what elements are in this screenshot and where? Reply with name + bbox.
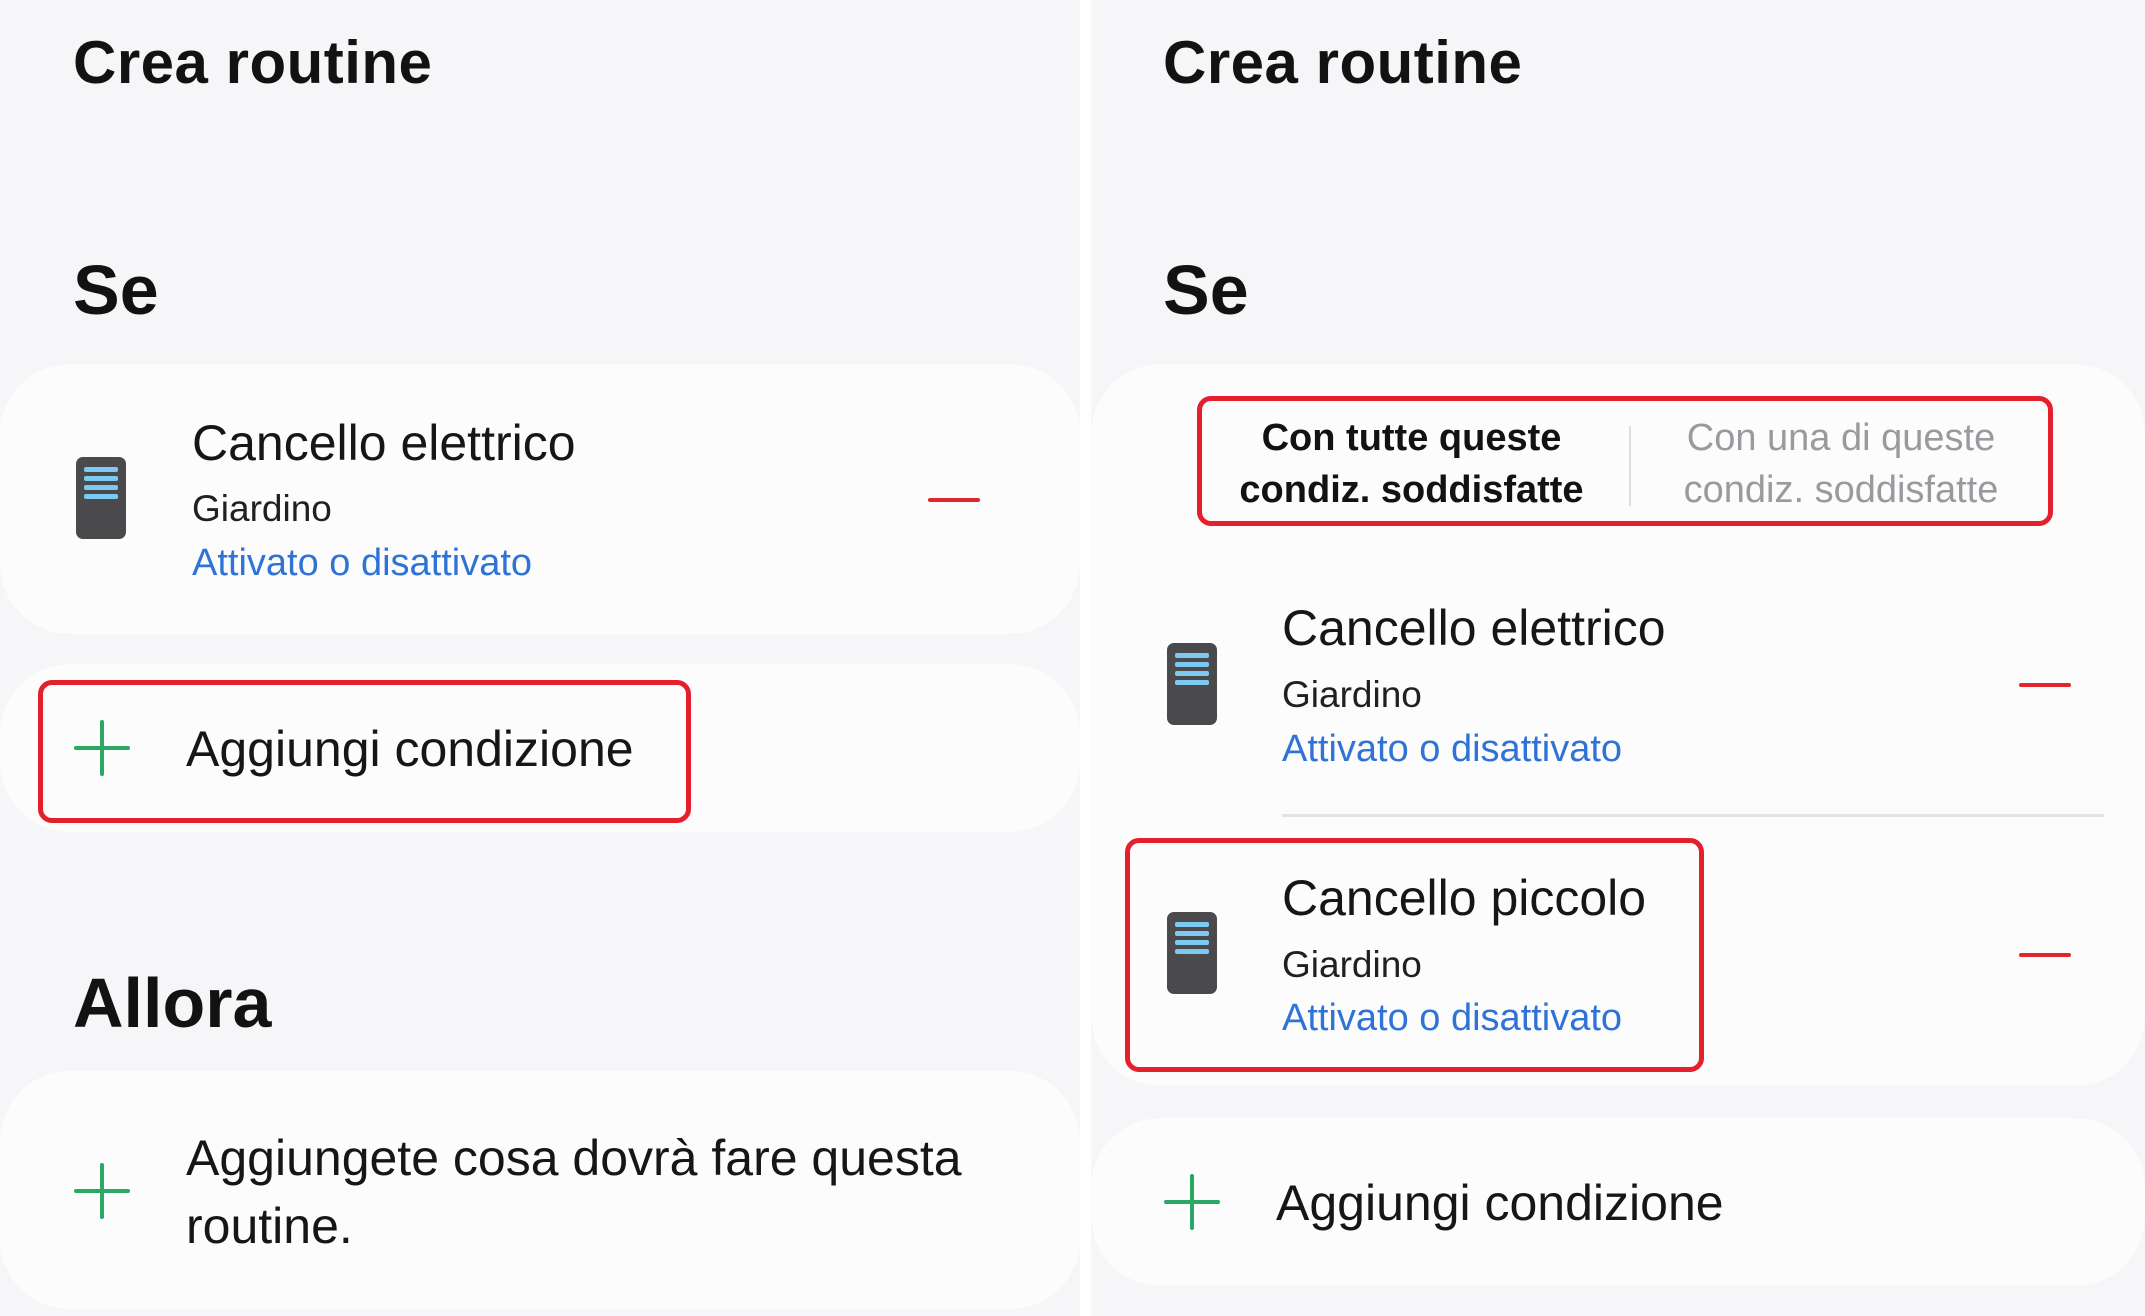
- gate-device-icon: [76, 457, 126, 539]
- page-title: Crea routine: [1163, 29, 1523, 96]
- device-state-link[interactable]: Attivato o disattivato: [1282, 728, 1622, 771]
- device-name: Cancello elettrico: [192, 415, 576, 471]
- if-section-title: Se: [73, 251, 159, 329]
- device-state-link[interactable]: Attivato o disattivato: [192, 542, 532, 585]
- add-action-card[interactable]: Aggiungete cosa dovrà fare questa routin…: [0, 1071, 1080, 1309]
- add-condition-card[interactable]: Aggiungi condizione: [1091, 1118, 2145, 1286]
- left-screen: Crea routine Se Cancello elettrico Giard…: [0, 0, 1080, 1316]
- add-action-line-1: Aggiungete cosa dovrà fare questa: [186, 1130, 962, 1186]
- row-divider: [1282, 814, 2104, 817]
- if-section-title: Se: [1163, 251, 1249, 329]
- plus-icon: [74, 1163, 130, 1219]
- panel-divider: [1080, 0, 1091, 1316]
- device-name: Cancello elettrico: [1282, 600, 1666, 656]
- condition-card[interactable]: Cancello elettrico Giardino Attivato o d…: [0, 364, 1080, 634]
- gate-device-icon: [1167, 643, 1217, 725]
- highlight-frame-match-mode: [1197, 396, 2053, 526]
- add-action-line-2: routine.: [186, 1198, 353, 1254]
- add-condition-label: Aggiungi condizione: [1276, 1175, 1724, 1231]
- condition-row[interactable]: Cancello elettrico Giardino Attivato o d…: [1091, 564, 2145, 814]
- page-title: Crea routine: [73, 29, 433, 96]
- remove-condition-button[interactable]: [2019, 953, 2071, 957]
- then-section-title: Allora: [73, 964, 272, 1042]
- device-room: Giardino: [192, 488, 332, 529]
- plus-icon: [1164, 1174, 1220, 1230]
- highlight-frame-add-condition: [38, 680, 691, 823]
- remove-condition-button[interactable]: [928, 498, 980, 502]
- right-screen: Crea routine Se Con tutte queste condiz.…: [1091, 0, 2145, 1316]
- device-room: Giardino: [1282, 674, 1422, 715]
- remove-condition-button[interactable]: [2019, 683, 2071, 687]
- highlight-frame-new-condition: [1125, 838, 1704, 1072]
